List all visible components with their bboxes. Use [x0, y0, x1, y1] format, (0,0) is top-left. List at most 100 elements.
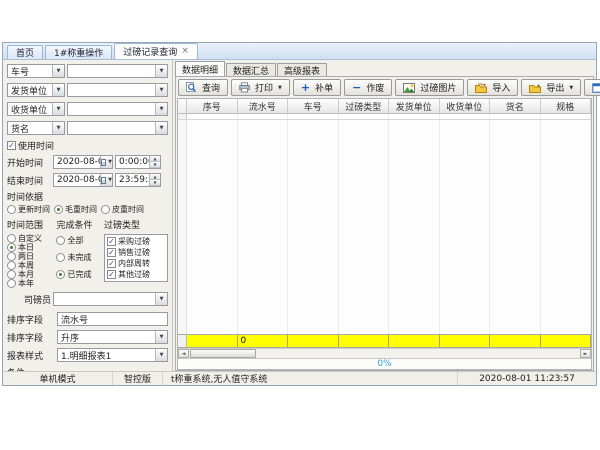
- filter-field-select-3[interactable]: 收货单位▼: [7, 102, 65, 116]
- summary-cell: [339, 335, 390, 347]
- tab-home-label: 首页: [16, 46, 34, 59]
- import-button[interactable]: 导入: [467, 79, 518, 96]
- void-button[interactable]: − 作废: [344, 79, 392, 96]
- data-tab-bar: 数据明细 数据汇总 高级报表: [175, 61, 594, 76]
- print-button[interactable]: 打印 ▼: [231, 79, 290, 96]
- weigher-combo[interactable]: ▼: [53, 292, 168, 306]
- radio-two-days[interactable]: 两日: [7, 252, 53, 261]
- chevron-down-icon: ▼: [155, 103, 167, 115]
- column-header[interactable]: 序号: [187, 99, 238, 113]
- end-date-picker[interactable]: 2020-08-01▼: [53, 173, 113, 187]
- start-time-label: 开始时间: [7, 156, 51, 169]
- chevron-down-icon: ▼: [52, 103, 64, 115]
- radio-all[interactable]: 全部: [56, 236, 101, 245]
- content-area: 车号▼ ▼ 发货单位▼ ▼ 收货单位▼ ▼ 货名▼ ▼ ✓ 使用时间 开始时间: [3, 60, 596, 371]
- filter-value-combo-2[interactable]: ▼: [67, 83, 168, 97]
- checkbox-purchase-weigh[interactable]: ✓采购过磅: [107, 237, 165, 246]
- grid-header-row: 序号 流水号 车号 过磅类型 发货单位 收货单位 货名 规格: [178, 99, 591, 114]
- start-date-picker[interactable]: 2020-08-01▼: [53, 155, 113, 169]
- filter-value-combo-3[interactable]: ▼: [67, 102, 168, 116]
- status-mode: 单机模式: [3, 372, 113, 385]
- progress-value: 0%: [377, 359, 391, 369]
- scroll-right-icon[interactable]: ►: [580, 349, 591, 358]
- checkbox-sale-weigh[interactable]: ✓销售过磅: [107, 248, 165, 257]
- chevron-down-icon: ▼: [52, 65, 64, 77]
- scroll-left-icon[interactable]: ◄: [178, 349, 189, 358]
- scrollbar-thumb[interactable]: [190, 349, 256, 358]
- column-header[interactable]: 流水号: [238, 99, 289, 113]
- chevron-down-icon: ▼: [108, 177, 112, 183]
- summary-cell: [389, 335, 440, 347]
- tab-weigh-record-query[interactable]: 过磅记录查询 ×: [114, 43, 198, 59]
- radio-this-week[interactable]: 本周: [7, 261, 53, 270]
- chevron-down-icon: ▼: [155, 65, 167, 77]
- spinner-icon[interactable]: ▲▼: [149, 156, 160, 168]
- column-header[interactable]: 货名: [490, 99, 541, 113]
- chevron-down-icon: ▼: [155, 331, 167, 343]
- sort-order-combo[interactable]: 升序▼: [57, 330, 168, 344]
- radio-this-year[interactable]: 本年: [7, 279, 53, 288]
- image-icon: [403, 83, 415, 93]
- radio-custom-range[interactable]: 自定义: [7, 234, 53, 243]
- use-time-checkbox[interactable]: ✓: [7, 141, 16, 150]
- end-time-input[interactable]: 23:59:59▲▼: [115, 173, 161, 187]
- radio-unfinished[interactable]: 未完成: [56, 253, 101, 262]
- export-button[interactable]: 导出 ▼: [521, 79, 581, 96]
- radio-tare-time[interactable]: 皮重时间: [101, 205, 144, 214]
- status-bar: 单机模式 智控版 t称重系统,无人值守系统 2020-08-01 11:23:5…: [3, 371, 596, 385]
- sort-field-input[interactable]: 流水号: [57, 312, 168, 326]
- tab-data-detail[interactable]: 数据明细: [175, 61, 225, 76]
- spinner-icon[interactable]: ▲▼: [149, 174, 160, 186]
- filter-field-select-1[interactable]: 车号▼: [7, 64, 65, 78]
- chevron-down-icon: ▼: [52, 122, 64, 134]
- supplement-order-button[interactable]: + 补单: [293, 79, 341, 96]
- query-button[interactable]: 查询: [178, 79, 228, 96]
- sort-field-label: 排序字段: [7, 313, 55, 326]
- summary-cell: [288, 335, 339, 347]
- report-style-combo[interactable]: 1.明细报表1▼: [57, 348, 168, 362]
- filter-value-combo-1[interactable]: ▼: [67, 64, 168, 78]
- radio-finished[interactable]: 已完成: [56, 270, 101, 279]
- radio-this-month[interactable]: 本月: [7, 270, 53, 279]
- main-tab-bar: 首页 1#称重操作 过磅记录查询 ×: [3, 43, 596, 60]
- search-icon: [186, 82, 197, 93]
- summary-cell: [440, 335, 491, 347]
- tab-weigh-operation[interactable]: 1#称重操作: [45, 45, 112, 59]
- weigh-photos-button[interactable]: 过磅图片: [395, 79, 464, 96]
- column-header[interactable]: 规格: [541, 99, 592, 113]
- column-header[interactable]: 过磅类型: [339, 99, 390, 113]
- column-header[interactable]: 发货单位: [389, 99, 440, 113]
- summary-cell: 0: [238, 335, 289, 347]
- filter-field-select-4[interactable]: 货名▼: [7, 121, 65, 135]
- radio-gross-time[interactable]: 毛重时间: [54, 205, 97, 214]
- radio-today[interactable]: 本日: [7, 243, 53, 252]
- close-tab-icon[interactable]: ×: [181, 47, 189, 56]
- status-datetime: 2020-08-01 11:23:57: [458, 372, 596, 385]
- filter-field-select-2[interactable]: 发货单位▼: [7, 83, 65, 97]
- radio-update-time[interactable]: 更新时间: [7, 205, 50, 214]
- settings-button[interactable]: 设置: [584, 79, 600, 96]
- weigh-type-box: ✓采购过磅 ✓销售过磅 ✓内部周转 ✓其他过磅: [104, 234, 168, 282]
- tab-advanced-report[interactable]: 高级报表: [277, 63, 327, 76]
- records-grid: 序号 流水号 车号 过磅类型 发货单位 收货单位 货名 规格: [177, 98, 592, 370]
- chevron-down-icon: ▼: [52, 84, 64, 96]
- time-basis-label: 时间依据: [7, 190, 43, 203]
- query-filter-panel: 车号▼ ▼ 发货单位▼ ▼ 收货单位▼ ▼ 货名▼ ▼ ✓ 使用时间 开始时间: [3, 60, 173, 371]
- printer-icon: [239, 82, 250, 93]
- tab-data-summary[interactable]: 数据汇总: [226, 63, 276, 76]
- column-header[interactable]: 车号: [288, 99, 339, 113]
- start-time-input[interactable]: 0:00:00▲▼: [115, 155, 161, 169]
- scrollbar-track[interactable]: [256, 349, 580, 358]
- chevron-down-icon: ▼: [108, 159, 112, 165]
- filter-value-combo-4[interactable]: ▼: [67, 121, 168, 135]
- end-time-label: 结束时间: [7, 174, 51, 187]
- settings-window-icon: [592, 83, 600, 93]
- horizontal-scrollbar[interactable]: ◄ ►: [178, 348, 591, 358]
- minus-icon: −: [352, 83, 361, 93]
- status-edition: 智控版: [113, 372, 163, 385]
- column-header[interactable]: 收货单位: [440, 99, 491, 113]
- checkbox-other-weigh[interactable]: ✓其他过磅: [107, 270, 165, 279]
- checkbox-internal-transfer[interactable]: ✓内部周转: [107, 259, 165, 268]
- tab-home[interactable]: 首页: [7, 45, 43, 59]
- grid-body-empty: [178, 120, 591, 334]
